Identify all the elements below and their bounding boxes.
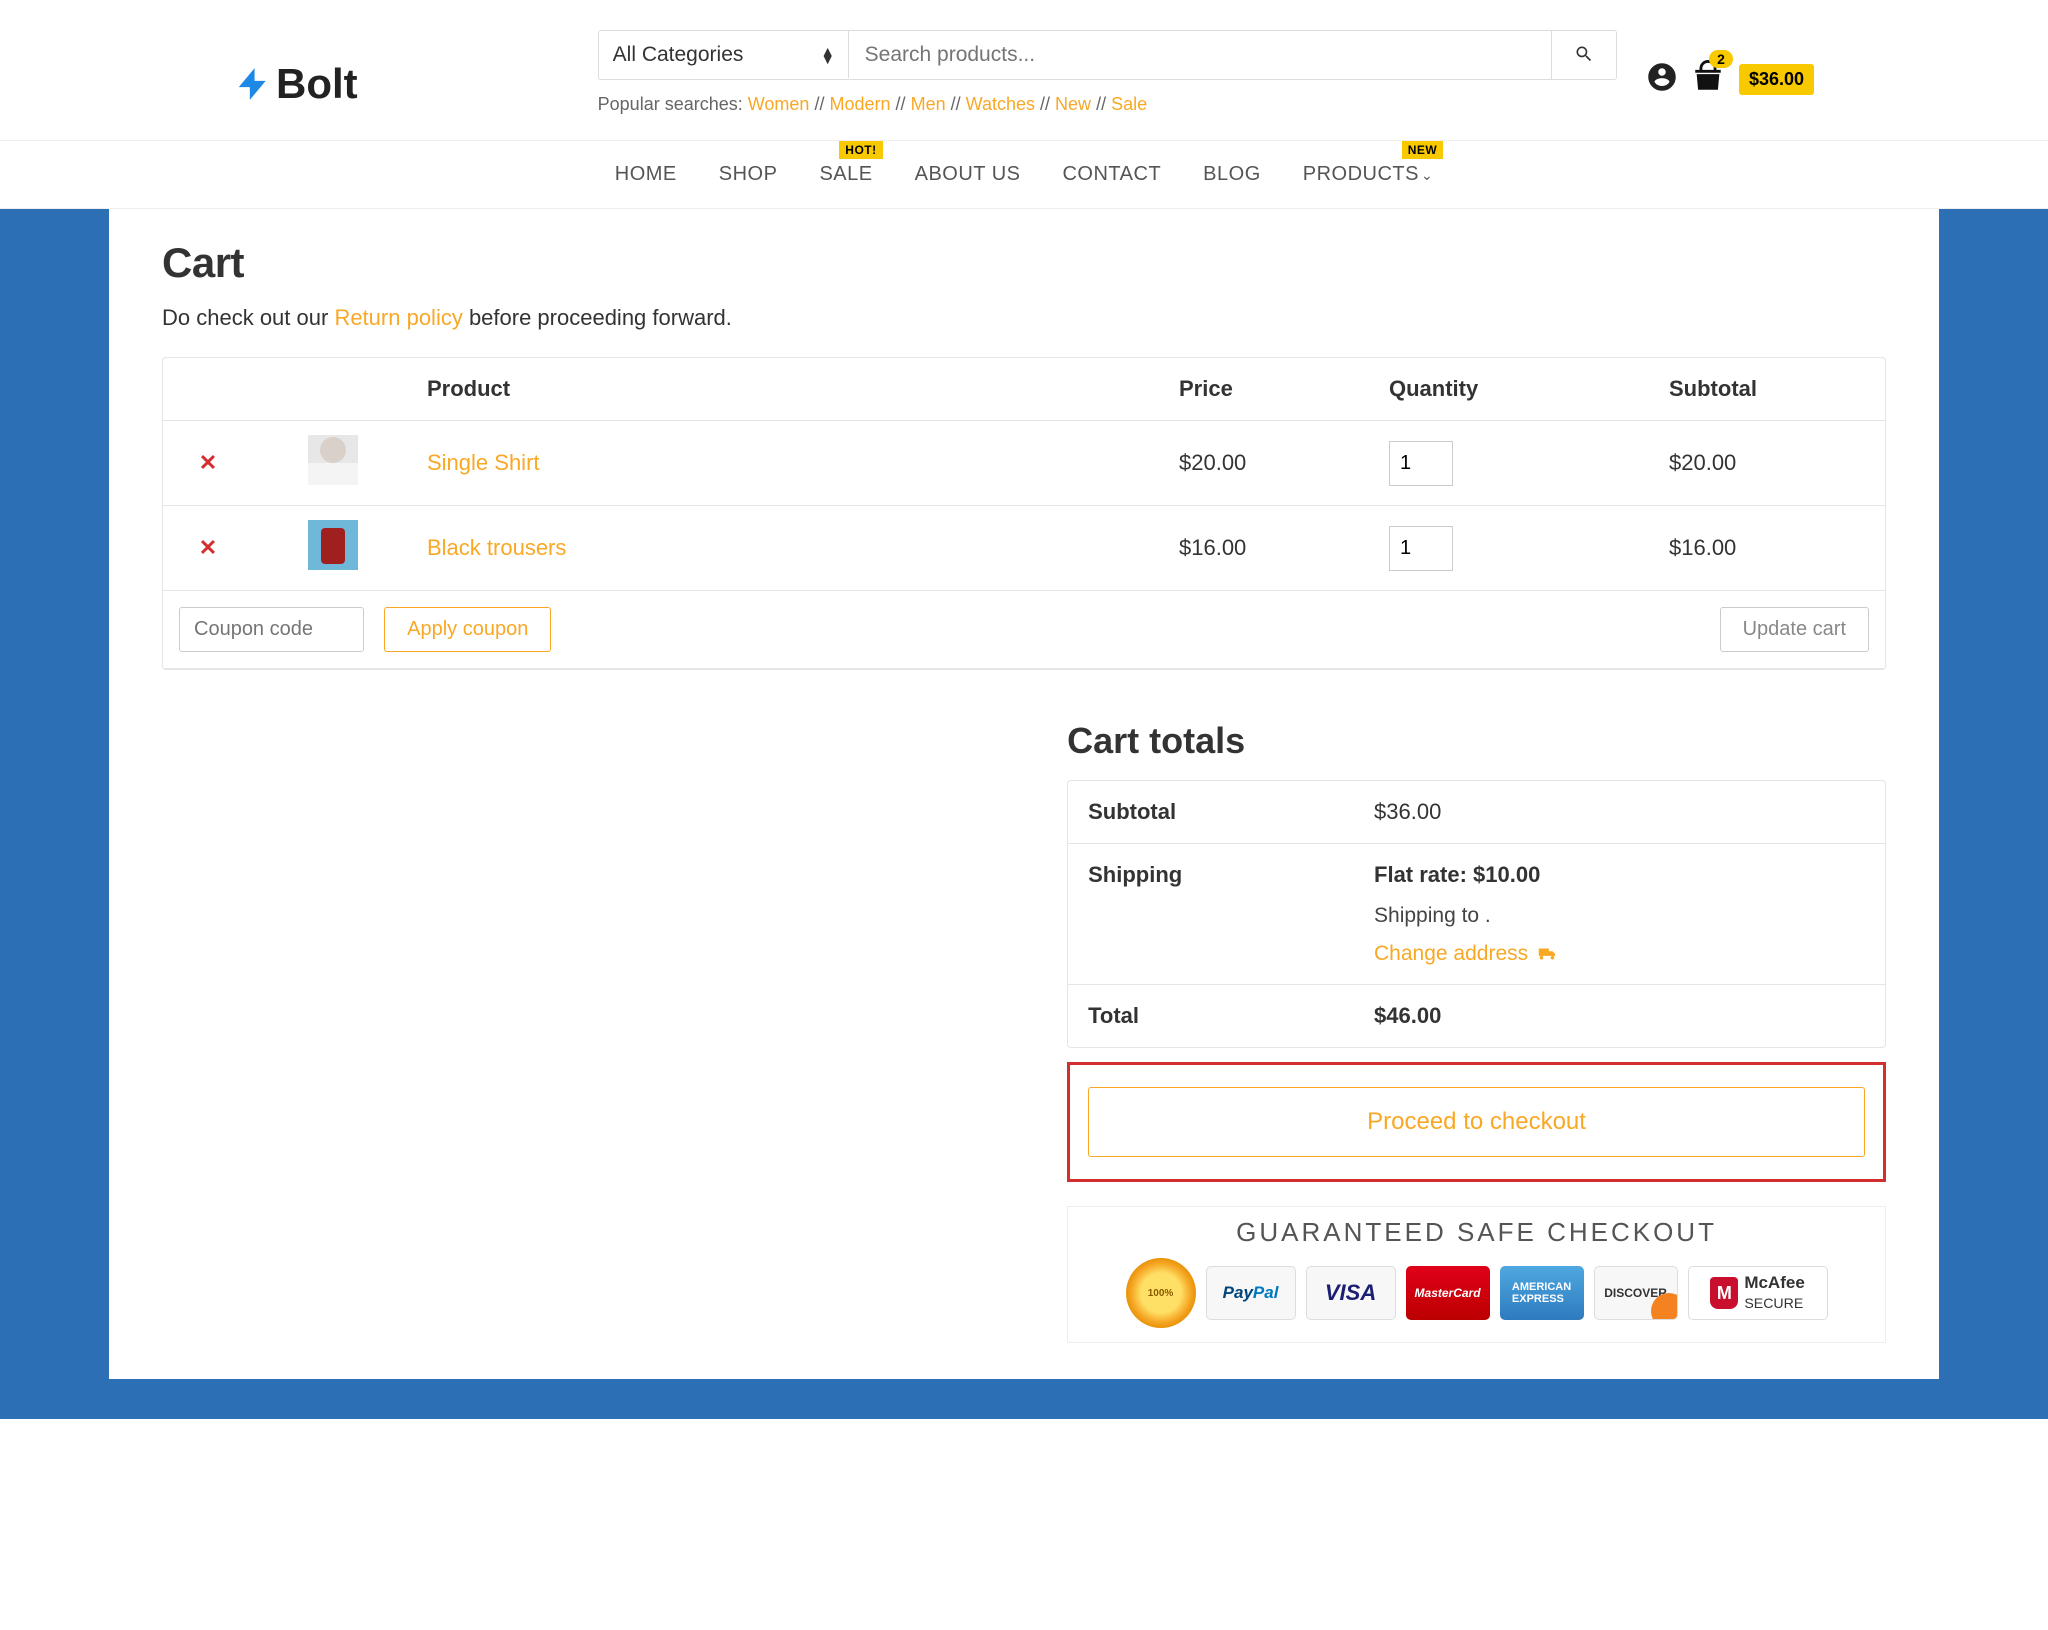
category-select[interactable]: All Categories xyxy=(599,31,849,78)
popular-link[interactable]: New xyxy=(1055,94,1091,114)
proceed-to-checkout-button[interactable]: Proceed to checkout xyxy=(1088,1087,1865,1157)
product-thumbnail[interactable] xyxy=(308,520,358,570)
apply-coupon-button[interactable]: Apply coupon xyxy=(384,607,551,652)
search-button[interactable] xyxy=(1551,31,1616,79)
new-tag: NEW xyxy=(1402,141,1444,159)
cart-count-badge: 2 xyxy=(1709,50,1733,68)
item-price: $20.00 xyxy=(1165,421,1375,506)
truck-icon xyxy=(1536,943,1558,965)
cart-totals-title: Cart totals xyxy=(1067,720,1886,762)
update-cart-button[interactable]: Update cart xyxy=(1720,607,1869,652)
quantity-input[interactable] xyxy=(1389,441,1453,486)
change-address-link[interactable]: Change address xyxy=(1374,942,1558,966)
amex-badge: AMERICANEXPRESS xyxy=(1500,1266,1584,1320)
product-thumbnail[interactable] xyxy=(308,435,358,485)
mcafee-badge: M McAfeeSECURE xyxy=(1688,1266,1828,1320)
satisfaction-seal-icon: 100% xyxy=(1126,1258,1196,1328)
total-label: Total xyxy=(1068,985,1354,1047)
page-title: Cart xyxy=(162,239,1886,287)
return-note: Do check out our Return policy before pr… xyxy=(162,305,1886,331)
paypal-badge: PayPal xyxy=(1206,1266,1296,1320)
popular-link[interactable]: Sale xyxy=(1111,94,1147,114)
popular-link[interactable]: Men xyxy=(911,94,946,114)
col-qty: Quantity xyxy=(1375,358,1655,421)
total-value: $46.00 xyxy=(1354,985,1885,1047)
cart-button[interactable]: 2 xyxy=(1691,60,1725,99)
nav-about[interactable]: ABOUT US xyxy=(915,163,1021,186)
main-nav: HOME SHOP SALE HOT! ABOUT US CONTACT BLO… xyxy=(0,140,2048,209)
account-button[interactable] xyxy=(1647,62,1677,97)
nav-sale[interactable]: SALE HOT! xyxy=(819,163,872,186)
cart-table: Product Price Quantity Subtotal ✕ Single… xyxy=(162,357,1886,670)
col-subtotal: Subtotal xyxy=(1655,358,1885,421)
return-policy-link[interactable]: Return policy xyxy=(334,305,462,330)
chevron-down-icon: ⌄ xyxy=(1421,167,1433,183)
cart-total-badge[interactable]: $36.00 xyxy=(1739,64,1814,95)
item-subtotal: $20.00 xyxy=(1655,421,1885,506)
search-icon xyxy=(1574,44,1594,64)
popular-link[interactable]: Modern xyxy=(830,94,891,114)
safe-checkout-title: GUARANTEED SAFE CHECKOUT xyxy=(1080,1217,1873,1248)
search-input[interactable] xyxy=(849,31,1551,79)
safe-checkout-panel: GUARANTEED SAFE CHECKOUT 100% PayPal VIS… xyxy=(1067,1206,1886,1343)
cart-row: ✕ Black trousers $16.00 $16.00 xyxy=(163,506,1885,591)
col-price: Price xyxy=(1165,358,1375,421)
totals-table: Subtotal $36.00 Shipping Flat rate: $10.… xyxy=(1067,780,1886,1048)
search-bar: All Categories ▲▼ xyxy=(598,30,1617,80)
subtotal-label: Subtotal xyxy=(1068,781,1354,844)
flat-rate-text: Flat rate: $10.00 xyxy=(1374,862,1865,888)
nav-shop[interactable]: SHOP xyxy=(719,163,778,186)
popular-link[interactable]: Watches xyxy=(966,94,1035,114)
mcafee-shield-icon: M xyxy=(1710,1277,1738,1309)
popular-searches: Popular searches: Women // Modern // Men… xyxy=(598,94,1617,115)
remove-item-button[interactable]: ✕ xyxy=(199,535,217,560)
cart-row: ✕ Single Shirt $20.00 $20.00 xyxy=(163,421,1885,506)
bolt-icon xyxy=(234,65,272,103)
logo-text: Bolt xyxy=(276,60,358,108)
item-price: $16.00 xyxy=(1165,506,1375,591)
product-link[interactable]: Black trousers xyxy=(427,535,566,560)
visa-badge: VISA xyxy=(1306,1266,1396,1320)
remove-item-button[interactable]: ✕ xyxy=(199,450,217,475)
coupon-input[interactable] xyxy=(179,607,364,652)
popular-link[interactable]: Women xyxy=(748,94,810,114)
shipping-label: Shipping xyxy=(1068,844,1354,985)
shipping-to-text: Shipping to . xyxy=(1374,904,1865,928)
nav-blog[interactable]: BLOG xyxy=(1203,163,1261,186)
subtotal-value: $36.00 xyxy=(1354,781,1885,844)
site-logo[interactable]: Bolt xyxy=(234,30,358,108)
nav-home[interactable]: HOME xyxy=(615,163,677,186)
nav-contact[interactable]: CONTACT xyxy=(1062,163,1161,186)
product-link[interactable]: Single Shirt xyxy=(427,450,540,475)
discover-badge: DISCOVER xyxy=(1594,1266,1678,1320)
item-subtotal: $16.00 xyxy=(1655,506,1885,591)
nav-products[interactable]: PRODUCTS⌄ NEW xyxy=(1303,163,1433,186)
hot-tag: HOT! xyxy=(839,141,882,159)
mastercard-badge: MasterCard xyxy=(1406,1266,1490,1320)
user-circle-icon xyxy=(1647,62,1677,92)
col-product: Product xyxy=(413,358,1165,421)
quantity-input[interactable] xyxy=(1389,526,1453,571)
checkout-highlight-box: Proceed to checkout xyxy=(1067,1062,1886,1182)
